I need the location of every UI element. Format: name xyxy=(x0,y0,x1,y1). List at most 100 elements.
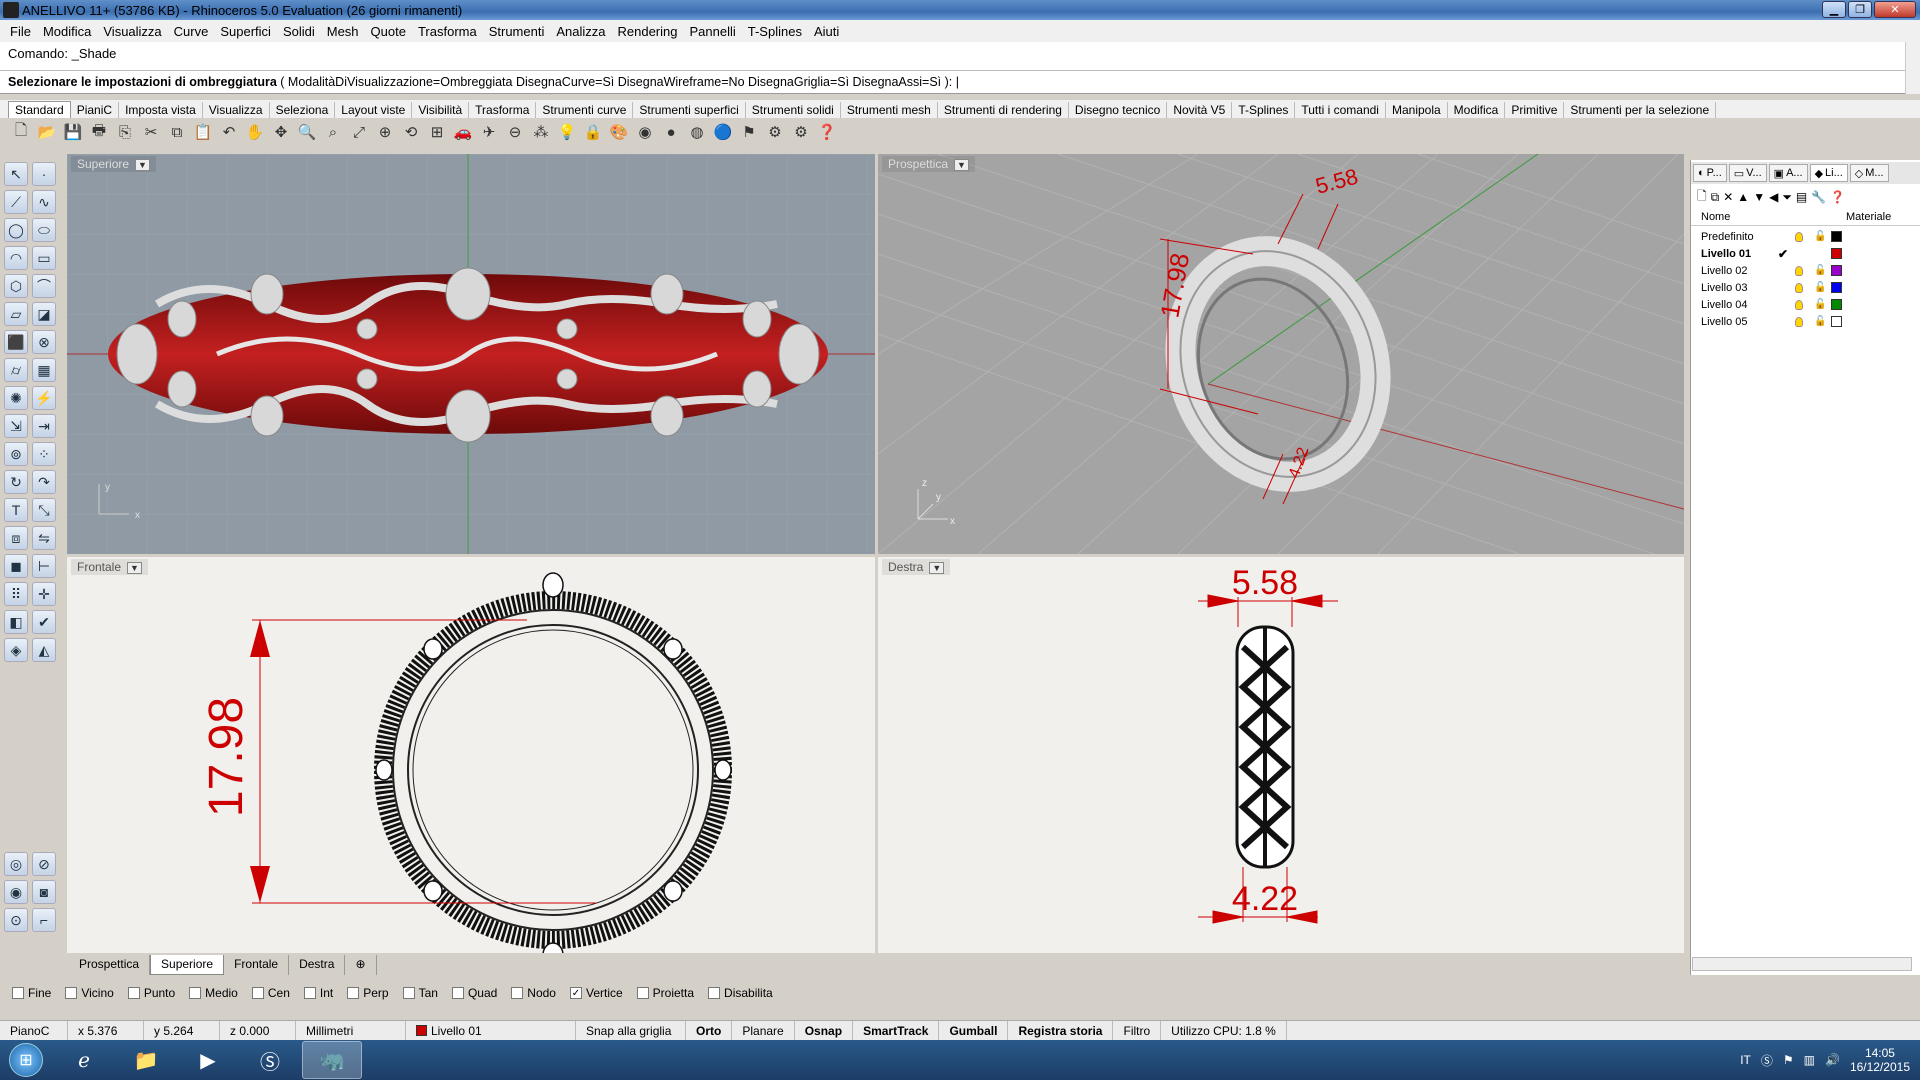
zoom-icon[interactable]: 🔍 xyxy=(296,121,318,143)
panel-tab-viewports[interactable]: ▭ V... xyxy=(1728,164,1767,182)
status-ortho[interactable]: Orto xyxy=(686,1020,733,1041)
viewport-menu-arrow-icon[interactable]: ▼ xyxy=(135,159,150,171)
unlock-icon[interactable]: 🔓 xyxy=(1814,231,1826,242)
status-smarttrack[interactable]: SmartTrack xyxy=(853,1020,940,1041)
unlock-icon[interactable]: 🔓 xyxy=(1814,316,1826,327)
osnap-end-icon[interactable]: ◎ xyxy=(4,852,28,876)
taskbar-media-player-icon[interactable]: ▶ xyxy=(178,1041,238,1079)
tab-pianic[interactable]: PianiC xyxy=(71,102,120,118)
grid-array-icon[interactable]: ⠿ xyxy=(4,582,28,606)
tray-clock[interactable]: 14:05 16/12/2015 xyxy=(1850,1046,1910,1074)
status-history[interactable]: Registra storia xyxy=(1008,1020,1114,1041)
col-material[interactable]: Materiale xyxy=(1846,211,1891,223)
checkbox-checked[interactable]: ✓ xyxy=(569,987,582,999)
status-planar[interactable]: Planare xyxy=(732,1020,795,1041)
car-icon[interactable]: 🚗 xyxy=(452,121,474,143)
col-name[interactable]: Nome xyxy=(1701,211,1730,223)
viewport-menu-arrow-icon[interactable]: ▼ xyxy=(127,562,142,574)
scale-icon[interactable]: ⤡ xyxy=(32,498,56,522)
checkbox[interactable] xyxy=(511,987,524,999)
tab-seleziona[interactable]: Seleziona xyxy=(270,102,336,118)
status-filter[interactable]: Filtro xyxy=(1113,1020,1162,1041)
save-icon[interactable]: 💾 xyxy=(62,121,84,143)
layer-row[interactable]: Livello 04 🔓 xyxy=(1691,296,1920,313)
command-prompt[interactable]: Selezionare le impostazioni di ombreggia… xyxy=(8,75,959,89)
osnap-disabilita[interactable]: Disabilita xyxy=(708,986,773,1000)
render-light-icon[interactable]: ✺ xyxy=(4,386,28,410)
print-icon[interactable]: 🖶 xyxy=(88,121,110,143)
viewport-front[interactable]: 17.98 Frontale ▼ xyxy=(67,557,875,953)
tab-strumenti-solidi[interactable]: Strumenti solidi xyxy=(746,102,841,118)
render-flag-icon[interactable]: ⚑ xyxy=(738,121,760,143)
status-grid-snap[interactable]: Snap alla griglia xyxy=(576,1020,686,1041)
tab-disegno-tecnico[interactable]: Disegno tecnico xyxy=(1069,102,1168,118)
block-icon[interactable]: ◈ xyxy=(4,638,28,662)
checkbox[interactable] xyxy=(251,987,264,999)
tray-flag-icon[interactable]: ⚑ xyxy=(1783,1053,1794,1067)
viewport-top-title[interactable]: Superiore ▼ xyxy=(71,156,156,172)
layer-row[interactable]: Predefinito 🔓 xyxy=(1691,228,1920,245)
surface-tools-icon[interactable]: ◪ xyxy=(32,302,56,326)
menu-modifica[interactable]: Modifica xyxy=(37,24,97,39)
osnap-center-icon[interactable]: ⊙ xyxy=(4,908,28,932)
menu-visualizza[interactable]: Visualizza xyxy=(97,24,167,39)
layer-color-swatch[interactable] xyxy=(1831,282,1842,293)
color-wheel-icon[interactable]: ◉ xyxy=(634,121,656,143)
osnap-perp[interactable]: Perp xyxy=(347,986,389,1000)
panel-tab-properties[interactable]: ◐ P... xyxy=(1693,164,1727,182)
status-gumball[interactable]: Gumball xyxy=(939,1020,1009,1041)
pan-hand-icon[interactable]: ✋ xyxy=(244,121,266,143)
tab-strumenti-rendering[interactable]: Strumenti di rendering xyxy=(938,102,1069,118)
array-icon[interactable]: ⧈ xyxy=(4,526,28,550)
lock-icon[interactable]: 🔒 xyxy=(582,121,604,143)
lightbulb-icon[interactable] xyxy=(1795,282,1803,293)
boolean-icon[interactable]: ⊗ xyxy=(32,330,56,354)
move-up-icon[interactable]: ▲ xyxy=(1737,190,1749,204)
menu-superfici[interactable]: Superfici xyxy=(214,24,277,39)
viewport-right[interactable]: 5.58 4.22 Destra ▼ xyxy=(878,557,1684,953)
rotate-view-icon[interactable]: ✥ xyxy=(270,121,292,143)
osnap-quad[interactable]: Quad xyxy=(451,986,497,1000)
osnap-near-icon[interactable]: ◉ xyxy=(4,880,28,904)
lightbulb-icon[interactable]: 💡 xyxy=(556,121,578,143)
snap-points-icon[interactable]: ⁂ xyxy=(530,121,552,143)
trim-icon[interactable]: ↻ xyxy=(4,470,28,494)
paste-icon[interactable]: 📋 xyxy=(192,121,214,143)
move-out-icon[interactable]: ◀ xyxy=(1769,190,1778,204)
tab-modifica[interactable]: Modifica xyxy=(1448,102,1506,118)
menu-curve[interactable]: Curve xyxy=(168,24,215,39)
fillet-curve-icon[interactable]: ⌒ xyxy=(32,274,56,298)
gumball-icon[interactable]: ✛ xyxy=(32,582,56,606)
cplane-icon[interactable]: ⊖ xyxy=(504,121,526,143)
status-osnap[interactable]: Osnap xyxy=(795,1020,854,1041)
status-layer[interactable]: Livello 01 xyxy=(406,1020,576,1041)
checkbox[interactable] xyxy=(303,987,316,999)
copy-icon[interactable]: ⧉ xyxy=(166,121,188,143)
tab-tsplines[interactable]: T-Splines xyxy=(1232,102,1296,118)
box-icon[interactable]: ⬛ xyxy=(4,330,28,354)
four-viewports-icon[interactable]: ⊞ xyxy=(426,121,448,143)
select-arrow-icon[interactable]: ↖ xyxy=(4,162,28,186)
surface-icon[interactable]: ▱ xyxy=(4,302,28,326)
cylinder-icon[interactable]: ⌭ xyxy=(4,358,28,382)
move-down-icon[interactable]: ▼ xyxy=(1753,190,1765,204)
osnap-vertice[interactable]: ✓ Vertice xyxy=(569,986,623,1000)
tray-language[interactable]: IT xyxy=(1740,1053,1751,1067)
checkbox[interactable] xyxy=(347,987,360,999)
zoom-selected-icon[interactable]: ⊕ xyxy=(374,121,396,143)
lightning-icon[interactable]: ⚡ xyxy=(32,386,56,410)
layer-row[interactable]: Livello 02 🔓 xyxy=(1691,262,1920,279)
status-cplane[interactable]: PianoC xyxy=(0,1020,68,1041)
ellipse-icon[interactable]: ⬭ xyxy=(32,218,56,242)
panel-tab-layers[interactable]: ◆ Li... xyxy=(1809,164,1848,182)
command-prompt-options[interactable]: ( ModalitàDiVisualizzazione=Ombreggiata … xyxy=(280,75,952,89)
export-icon[interactable]: ⎘ xyxy=(114,121,136,143)
circle-icon[interactable]: ◯ xyxy=(4,218,28,242)
osnap-quad-icon[interactable]: ◙ xyxy=(32,880,56,904)
tab-imposta-vista[interactable]: Imposta vista xyxy=(119,102,203,118)
vptab-superiore[interactable]: Superiore xyxy=(150,955,225,975)
paint-icon[interactable]: ◭ xyxy=(32,638,56,662)
options-icon[interactable]: ⚙ xyxy=(790,121,812,143)
menu-trasforma[interactable]: Trasforma xyxy=(412,24,483,39)
layer-color-swatch[interactable] xyxy=(1831,248,1842,259)
